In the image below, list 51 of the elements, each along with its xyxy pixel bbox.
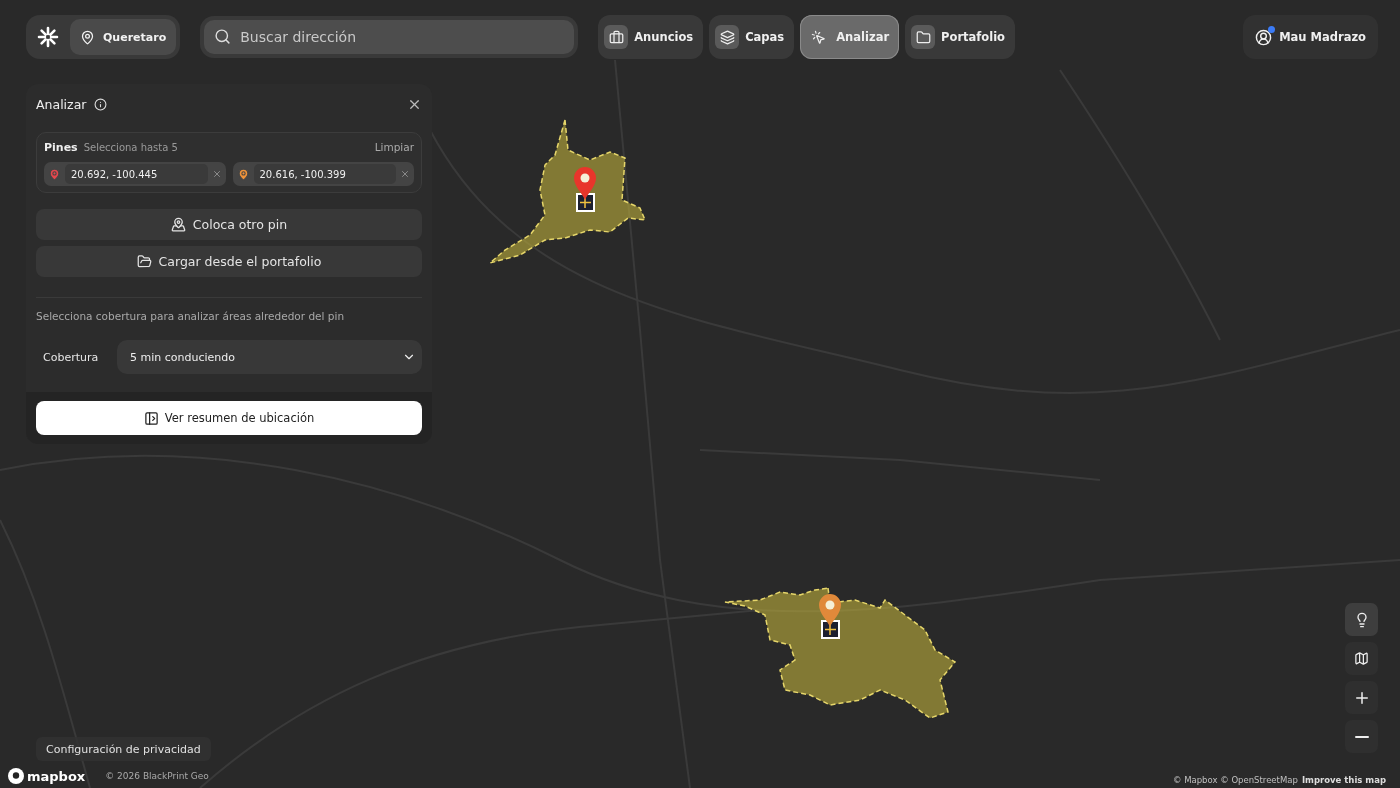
zoom-out-button[interactable] xyxy=(1345,720,1378,753)
layers-icon xyxy=(719,29,735,45)
improve-map-link[interactable]: Improve this map xyxy=(1301,775,1386,785)
summary-button[interactable]: Ver resumen de ubicación xyxy=(36,401,422,435)
coverage-label: Cobertura xyxy=(43,350,100,364)
pins-hint: Selecciona hasta 5 xyxy=(83,142,178,153)
map-style-button[interactable] xyxy=(1345,642,1378,675)
folder-icon xyxy=(915,29,931,45)
clear-link[interactable]: Limpiar xyxy=(374,141,414,153)
coverage-select[interactable]: 5 min conduciendo xyxy=(117,340,422,374)
location-pin-icon xyxy=(80,29,95,45)
nav-tab[interactable]: Capas xyxy=(709,15,795,59)
pin-field[interactable]: 20.616, -100.399 xyxy=(232,162,414,186)
nav-tab[interactable]: Analizar xyxy=(800,15,900,59)
folder-icon xyxy=(136,254,152,269)
asterisk-logo-icon xyxy=(37,26,59,48)
store-marker-icon[interactable] xyxy=(821,620,840,639)
search-field[interactable]: Buscar dirección xyxy=(204,20,575,54)
briefcase-icon xyxy=(608,29,624,45)
remove-button[interactable] xyxy=(400,169,410,179)
pin-coordinates: 20.692, -100.445 xyxy=(65,164,208,184)
action-button[interactable]: Coloca otro pin xyxy=(36,209,422,240)
map-pin-icon[interactable] xyxy=(819,594,841,627)
panel-title: Analizar xyxy=(36,96,87,112)
coverage-hint: Selecciona cobertura para analizar áreas alrededor del pin xyxy=(36,310,346,322)
pin-icon xyxy=(170,217,186,232)
attribution-text: © Mapbox © OpenStreetMap xyxy=(1173,775,1298,785)
user-icon xyxy=(1255,28,1273,46)
pin-coordinates: 20.616, -100.399 xyxy=(253,164,396,184)
lightbulb-button[interactable] xyxy=(1345,603,1378,636)
mapbox-logo[interactable]: mapbox xyxy=(8,768,86,784)
search-icon xyxy=(214,28,232,45)
action-button[interactable]: Cargar desde el portafolio xyxy=(36,246,422,277)
map-pin-icon[interactable] xyxy=(574,167,596,200)
map-icon xyxy=(1354,651,1369,666)
nav-tab[interactable]: Portafolio xyxy=(905,15,1016,59)
panel-icon xyxy=(143,410,159,426)
pointer-icon xyxy=(810,29,826,45)
location-chip[interactable]: Queretaro xyxy=(70,19,177,55)
nav-tab[interactable]: Anuncios xyxy=(598,15,704,59)
remove-button[interactable] xyxy=(211,169,222,179)
user-menu-button[interactable]: Mau Madrazo xyxy=(1243,15,1378,59)
pins-label: Pines xyxy=(44,141,78,154)
privacy-settings-button[interactable]: Configuración de privacidad xyxy=(36,737,211,761)
mapbox-mark-icon xyxy=(8,768,24,784)
info-icon[interactable] xyxy=(94,97,108,111)
copyright-text: © 2026 BlackPrint Geo xyxy=(105,771,209,781)
minus-icon xyxy=(1354,735,1369,738)
zoom-in-button[interactable] xyxy=(1345,681,1378,714)
store-marker-icon[interactable] xyxy=(576,193,595,212)
pin-field[interactable]: 20.692, -100.445 xyxy=(44,162,226,186)
